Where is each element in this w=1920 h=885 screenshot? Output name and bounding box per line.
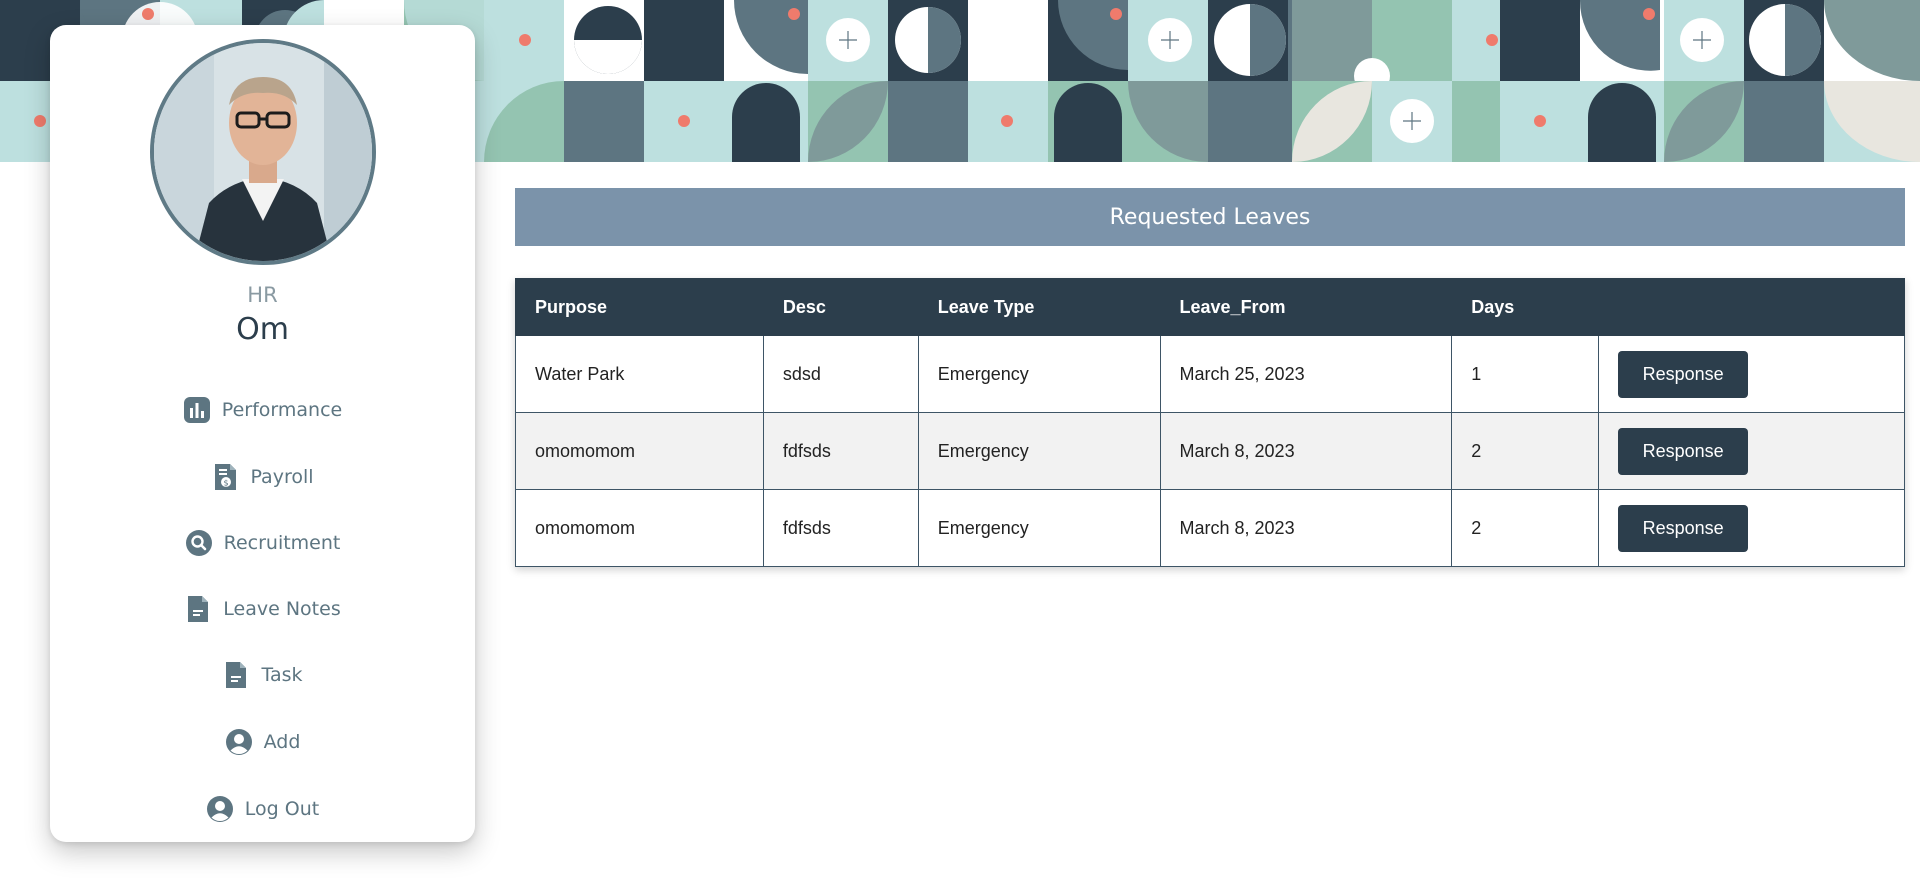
sidebar-item-label: Performance: [221, 399, 343, 421]
cell-days: 1: [1451, 335, 1600, 413]
cell-purpose: omomomom: [515, 412, 764, 490]
cell-action: Response: [1598, 489, 1905, 567]
column-header-desc: Desc: [762, 278, 919, 336]
sidebar-item-leave-notes[interactable]: Leave Notes: [50, 589, 475, 629]
sidebar: HR Om Performance $ Payroll Recruitment …: [50, 25, 475, 842]
column-header-days: Days: [1451, 278, 1600, 336]
cell-leave-from: March 25, 2023: [1159, 335, 1453, 413]
sidebar-item-label: Recruitment: [223, 532, 341, 554]
column-header-leave-from: Leave_From: [1159, 278, 1453, 336]
user-name: Om: [236, 312, 289, 347]
user-role: HR: [247, 283, 278, 307]
table-row: omomomom fdfsds Emergency March 8, 2023 …: [515, 489, 1905, 567]
response-button[interactable]: Response: [1618, 350, 1749, 398]
cell-action: Response: [1598, 412, 1905, 490]
user-circle-icon: [206, 795, 234, 823]
response-button[interactable]: Response: [1618, 427, 1749, 475]
sidebar-item-label: Log Out: [244, 798, 320, 820]
column-header-leave-type: Leave Type: [917, 278, 1161, 336]
table-row: Water Park sdsd Emergency March 25, 2023…: [515, 335, 1905, 413]
column-header-action: [1598, 278, 1905, 336]
page-title: Requested Leaves: [515, 188, 1905, 246]
sidebar-item-add[interactable]: Add: [50, 722, 475, 762]
svg-text:$: $: [224, 479, 229, 488]
sidebar-item-label: Payroll: [250, 466, 314, 488]
cell-days: 2: [1451, 412, 1600, 490]
user-circle-icon: [225, 728, 253, 756]
cell-leave-from: March 8, 2023: [1159, 489, 1453, 567]
cell-leave-type: Emergency: [917, 412, 1161, 490]
cell-leave-type: Emergency: [917, 489, 1161, 567]
sidebar-item-log-out[interactable]: Log Out: [50, 789, 475, 829]
leave-requests-table: Purpose Desc Leave Type Leave_From Days …: [515, 278, 1905, 567]
cell-desc: fdfsds: [762, 412, 919, 490]
sidebar-item-recruitment[interactable]: Recruitment: [50, 523, 475, 563]
cell-desc: fdfsds: [762, 489, 919, 567]
response-button[interactable]: Response: [1618, 504, 1749, 552]
table-row: omomomom fdfsds Emergency March 8, 2023 …: [515, 412, 1905, 490]
invoice-icon: $: [211, 463, 239, 491]
sidebar-item-performance[interactable]: Performance: [50, 390, 475, 430]
document-icon: [222, 661, 250, 689]
cell-days: 2: [1451, 489, 1600, 567]
table-header-row: Purpose Desc Leave Type Leave_From Days: [515, 278, 1905, 336]
document-icon: [184, 595, 212, 623]
sidebar-item-payroll[interactable]: $ Payroll: [50, 457, 475, 497]
user-photo-icon: [154, 43, 372, 261]
cell-leave-from: March 8, 2023: [1159, 412, 1453, 490]
sidebar-item-label: Add: [263, 731, 301, 753]
sidebar-item-task[interactable]: Task: [50, 655, 475, 695]
cell-purpose: omomomom: [515, 489, 764, 567]
sidebar-item-label: Task: [261, 664, 303, 686]
sidebar-item-label: Leave Notes: [223, 598, 341, 620]
cell-purpose: Water Park: [515, 335, 764, 413]
cell-action: Response: [1598, 335, 1905, 413]
column-header-purpose: Purpose: [515, 278, 764, 336]
cell-desc: sdsd: [762, 335, 919, 413]
cell-leave-type: Emergency: [917, 335, 1161, 413]
search-icon: [185, 529, 213, 557]
avatar: [150, 39, 376, 265]
bar-chart-icon: [183, 396, 211, 424]
